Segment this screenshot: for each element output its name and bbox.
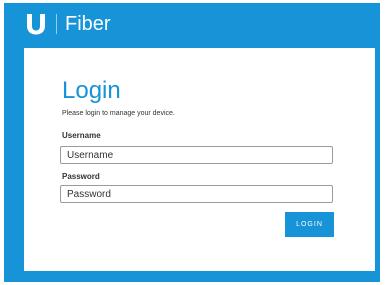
brand-divider [56,14,57,34]
brand-header: Fiber [26,11,111,37]
username-label: Username [62,131,101,140]
page-background: Fiber Login Please login to manage your … [4,3,380,282]
login-subtitle: Please login to manage your device. [62,110,175,117]
app-window: Fiber Login Please login to manage your … [0,0,386,285]
login-card: Login Please login to manage your device… [24,48,375,271]
username-input[interactable] [60,146,333,164]
password-label: Password [62,172,100,181]
product-name: Fiber [65,13,111,35]
login-title: Login [62,77,121,104]
login-button[interactable]: LOGIN [285,212,334,237]
password-input[interactable] [60,185,333,203]
ubiquiti-logo-icon [27,14,45,35]
